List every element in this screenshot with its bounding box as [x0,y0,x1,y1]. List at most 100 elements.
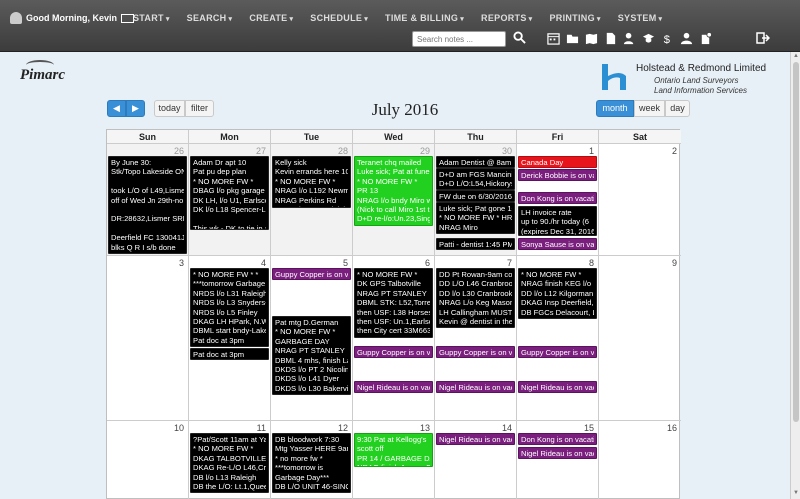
calendar-event[interactable]: Luke sick; Pat gone 10a * NO MORE FW * HR… [436,202,515,234]
search-notes-input[interactable] [412,31,506,47]
calendar-day-cell[interactable]: 2 [599,144,681,255]
calendar-event[interactable]: Guppy Copper is on vaca [518,346,597,358]
menu-label: START [133,13,164,23]
day-number[interactable]: 6 [425,258,430,268]
calendar-event[interactable]: ?Pat/Scott 11am at Yas * NO MORE FW * DKAG… [190,433,269,494]
menu-search[interactable]: SEARCH ▾ [187,13,233,23]
event-text-line: DBML 4 mhs, finish Lal [275,355,348,365]
day-number[interactable]: 5 [343,258,348,268]
day-number[interactable]: 27 [256,146,266,156]
event-text-line: NRAG finish Aecom El [357,463,430,466]
dollar-icon[interactable]: $ [660,31,674,45]
day-number[interactable]: 14 [502,423,512,433]
calendar-event[interactable]: 9:30 Pat at Kellogg's scott off PR 14 / GA… [354,433,433,467]
day-number[interactable]: 1 [589,146,594,156]
event-text-line: Adam Dr apt 10 [193,158,247,167]
calendar-event[interactable]: DB bloodwork 7:30 Mtg Yasser HERE 9am * no… [272,433,351,494]
vertical-scrollbar[interactable]: ▲ ▼ [790,52,800,499]
user-search-icon[interactable] [622,31,636,45]
calendar-event[interactable]: FW due on 6/30/2016 [436,190,515,202]
calendar-event[interactable]: DD Pt Rowan-9am cont DD L/O L46 Cranbrook… [436,268,515,329]
day-number[interactable]: 8 [589,258,594,268]
event-text-line: Teranet chq mailed [357,158,422,167]
day-number[interactable]: 13 [420,423,430,433]
folder-icon[interactable] [565,31,579,45]
logout-icon[interactable] [756,31,771,45]
calendar-event[interactable]: Patti - dentist 1:45 PM [436,238,515,250]
menu-time-billing[interactable]: TIME & BILLING ▾ [385,13,464,23]
menu-create[interactable]: CREATE ▾ [249,13,293,23]
calendar-event[interactable]: Pat doc at 3pm [190,348,269,360]
view-month-button[interactable]: month [596,100,634,117]
calendar-event[interactable]: Nigel Rideau is on vaca [518,447,597,459]
day-number[interactable]: 16 [667,423,677,433]
alert-icon[interactable] [698,31,712,45]
day-number[interactable]: 10 [174,423,184,433]
day-number[interactable]: 11 [257,423,266,433]
map-icon[interactable] [584,31,598,45]
document-icon[interactable] [603,31,617,45]
calendar-event[interactable]: Guppy Copper is on vaca [272,268,351,280]
day-number[interactable]: 28 [338,146,348,156]
day-number[interactable]: 30 [502,146,512,156]
day-number[interactable]: 3 [179,258,184,268]
calendar-event[interactable]: Nigel Rideau is on vaca [518,381,597,393]
calendar-event[interactable]: Kelly sick Kevin errands here 10 * NO MORE… [272,156,351,208]
day-number[interactable]: 4 [261,258,266,268]
greeting[interactable]: Good Morning, Kevin [10,12,134,24]
graduate-icon[interactable] [641,31,655,45]
calendar-day-cell[interactable]: 9 [599,256,681,420]
chevron-down-icon: ▾ [528,16,533,23]
calendar-day-cell[interactable]: 3 [107,256,189,420]
menu-printing[interactable]: PRINTING ▾ [549,13,600,23]
view-week-button[interactable]: week [634,100,665,117]
search-icon[interactable] [513,31,527,45]
menu-system[interactable]: SYSTEM ▾ [618,13,663,23]
calendar-event[interactable]: D+D am FGS Mancini WD+D L/O:L54,Hickorys… [436,168,515,190]
event-text-line: PR 13 [357,186,379,196]
calendar-event[interactable]: Nigel Rideau is on vaca [436,381,515,393]
day-number[interactable]: 26 [174,146,184,156]
calendar-event[interactable]: Adam Dr apt 10 Pat pu dep plan * NO MORE F… [190,156,269,230]
menu-start[interactable]: START ▾ [133,13,170,23]
today-button[interactable]: today [154,100,185,117]
calendar-event[interactable]: Derick Bobbie is on vaca [518,169,597,181]
scroll-up-arrow[interactable]: ▲ [792,53,800,61]
calendar-event[interactable]: Teranet chq mailed Luke sick; Pat at fune… [354,156,433,226]
calendar-event[interactable]: LH invoice rate up to 90./hr today (6 (exp… [518,206,597,236]
calendar-event[interactable]: Don Kong is on vacation [518,433,597,445]
calendar-day-cell[interactable]: 16 [599,421,681,499]
calendar-event[interactable]: Canada Day [518,156,597,168]
scroll-down-arrow[interactable]: ▼ [792,490,800,498]
calendar-event[interactable]: Don Kong is on vacation [518,192,597,204]
filter-button[interactable]: filter [185,100,214,117]
calendar-event[interactable]: * NO MORE FW * NRAG finish KEG l/o DD l/o … [518,268,597,320]
day-number[interactable]: 29 [420,146,430,156]
day-number[interactable]: 12 [338,423,348,433]
next-month-button[interactable]: ▶ [126,100,145,117]
calendar-event[interactable]: By June 30: Stk/Topo Lakeside ON- took L/… [108,156,187,255]
calendar-event[interactable]: Nigel Rideau is on vaca [436,433,515,445]
calendar-event[interactable]: Adam Dentist @ 8am [436,156,515,168]
scroll-thumb[interactable] [793,62,799,422]
calendar-event[interactable]: Guppy Copper is on vaca [354,346,433,358]
day-number[interactable]: 9 [672,258,677,268]
menu-reports[interactable]: REPORTS ▾ [481,13,532,23]
holstead-logo-icon [602,64,626,90]
calendar-icon[interactable] [546,31,560,45]
user-badge-icon[interactable] [679,31,693,45]
calendar-day-cell[interactable]: 10 [107,421,189,499]
calendar-event[interactable]: * NO MORE FW * DK GPS Talbotville NRAG PT … [354,268,433,338]
calendar-event[interactable]: Pat mtg D.German * NO MORE FW * GARBAGE DA… [272,316,351,396]
calendar-event[interactable]: Guppy Copper is on vaca [436,346,515,358]
day-number[interactable]: 7 [507,258,512,268]
prev-month-button[interactable]: ◀ [107,100,126,117]
calendar-event[interactable]: * NO MORE FW * * ***tomorrow Garbage D NRD… [190,268,269,348]
day-number[interactable]: 15 [584,423,594,433]
day-number[interactable]: 2 [672,146,677,156]
event-text-line: DB l/o L13 Raleigh [193,472,257,482]
calendar-event[interactable]: Nigel Rideau is on vaca [354,381,433,393]
calendar-event[interactable]: Sonya Sause is on vaca [518,238,597,250]
menu-schedule[interactable]: SCHEDULE ▾ [310,13,368,23]
view-day-button[interactable]: day [665,100,690,117]
